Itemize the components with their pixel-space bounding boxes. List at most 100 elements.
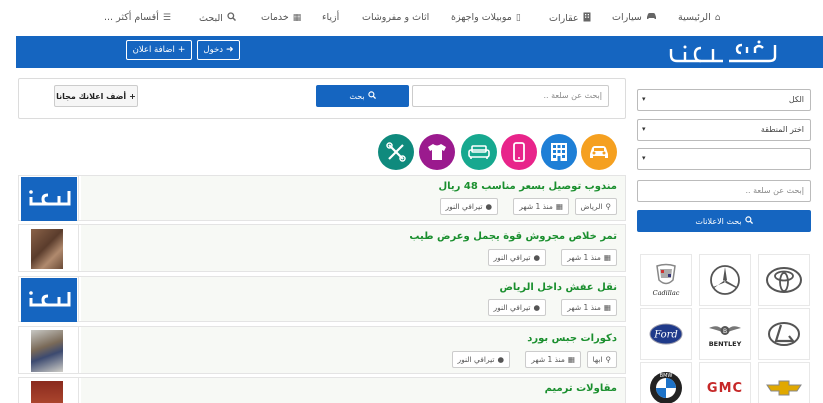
nav-item-search[interactable]: البحث	[199, 12, 236, 24]
listing-time-tag: ▦ منذ 1 شهر	[561, 299, 617, 316]
chevrolet-logo-icon	[766, 380, 802, 396]
brand-bmw[interactable]: BMW	[640, 362, 692, 403]
listing-item[interactable]: مقاولات ترميم	[18, 377, 626, 403]
chevron-down-icon: ▾	[642, 154, 646, 162]
nav-item-realestate[interactable]: عقارات	[549, 12, 591, 25]
listing-city-tag: ⚲ ابها	[586, 351, 617, 368]
brand-bentley[interactable]: B BENTLEY	[699, 308, 751, 360]
category-realestate[interactable]	[541, 134, 577, 170]
list-icon: ☰	[162, 12, 171, 23]
category-select[interactable]: الكل ▾	[637, 89, 811, 111]
search-input[interactable]: إبحث عن سلعة ..	[412, 85, 609, 107]
listing-item[interactable]: مندوب توصيل بسعر مناسب 48 ريال ⚲ الرياض ▦…	[18, 175, 626, 221]
add-ad-label: اضافة اعلان	[132, 45, 175, 55]
nav-item-mobiles[interactable]: ▯ موبيلات واجهزة	[451, 12, 521, 23]
category-furniture[interactable]	[461, 134, 497, 170]
user-icon: ●	[533, 303, 540, 312]
nav-label: موبيلات واجهزة	[451, 12, 512, 23]
nav-item-home[interactable]: ⌂ الرئيسية	[678, 12, 720, 23]
listing-time: منذ 1 شهر	[567, 303, 601, 312]
nav-item-furniture[interactable]: اثاث و مفروشات	[362, 12, 429, 23]
brand-toyota[interactable]	[758, 254, 810, 306]
site-header: ➜ دخول + اضافة اعلان	[16, 36, 823, 68]
search-button[interactable]: بحث	[316, 85, 409, 107]
category-mobiles[interactable]	[501, 134, 537, 170]
calendar-icon: ▦	[555, 202, 563, 211]
category-fashion[interactable]	[419, 134, 455, 170]
add-ad-button[interactable]: + اضافة اعلان	[126, 40, 192, 60]
bentley-logo-icon: B	[709, 326, 741, 335]
chevron-down-icon: ▾	[642, 125, 646, 133]
listing-user-tag[interactable]: ● تيرافي النور	[451, 351, 510, 368]
add-free-ad-button[interactable]: + أضف اعلانك مجانا	[54, 85, 138, 107]
nav-item-more[interactable]: ☰ أقسام أكثر ...	[104, 12, 171, 23]
listing-item[interactable]: نقل عفش داخل الرياض ▦ منذ 1 شهر ● تيرافي ا…	[18, 276, 626, 322]
listing-title[interactable]: دكورات جبس بورد	[527, 333, 617, 344]
grid-icon: ▦	[292, 12, 302, 23]
listing-body: نقل عفش داخل الرياض ▦ منذ 1 شهر ● تيرافي ا…	[81, 277, 625, 321]
listing-city-tag: ⚲ الرياض	[574, 198, 617, 215]
listing-user: تيرافي النور	[493, 253, 531, 262]
brand-ford[interactable]: Ford	[640, 308, 692, 360]
chevron-down-icon: ▾	[642, 95, 646, 103]
sign-in-icon: ➜	[226, 45, 234, 55]
listing-user-tag[interactable]: ● تيرافي النور	[439, 198, 498, 215]
listing-body: مندوب توصيل بسعر مناسب 48 ريال ⚲ الرياض ▦…	[81, 176, 625, 220]
listing-user-tag[interactable]: ● تيرافي النور	[487, 249, 546, 266]
search-button-label: بحث	[349, 91, 365, 101]
listing-city: ابها	[592, 355, 603, 364]
nav-item-services[interactable]: ▦ خدمات	[261, 12, 301, 23]
brand-gmc[interactable]: GMC	[699, 362, 751, 403]
bmw-logo-icon: BMW	[650, 372, 682, 403]
map-marker-icon: ⚲	[605, 202, 612, 211]
category-services[interactable]	[378, 134, 414, 170]
ford-logo-icon: Ford	[649, 323, 683, 345]
listing-thumb[interactable]	[19, 327, 79, 373]
login-button[interactable]: ➜ دخول	[197, 40, 240, 60]
user-icon: ●	[497, 355, 504, 364]
listing-thumb[interactable]	[19, 277, 79, 322]
search-ads-button[interactable]: بحث الاعلانات	[637, 210, 811, 232]
brand-label: BENTLEY	[708, 340, 742, 348]
region-select[interactable]: اختر المنطقة ▾	[637, 119, 811, 141]
listing-thumb[interactable]	[19, 176, 79, 221]
sidebar-search-input[interactable]: إبحث عن سلعة ..	[637, 180, 811, 202]
brand-label: Cadillac	[652, 289, 680, 297]
listing-title[interactable]: مندوب توصيل بسعر مناسب 48 ريال	[438, 181, 617, 192]
tools-icon	[386, 142, 406, 162]
listing-time: منذ 1 شهر	[567, 253, 601, 262]
listing-item[interactable]: دكورات جبس بورد ⚲ ابها ▦ منذ 1 شهر ● تيرافي…	[18, 326, 626, 374]
mobile-icon	[513, 142, 525, 162]
listing-item[interactable]: تمر خلاص مجروش قوة يجمل وعرض طيب ▦ منذ 1 …	[18, 224, 626, 272]
nav-label: سيارات	[612, 12, 642, 23]
listing-thumb[interactable]	[19, 225, 79, 271]
listing-thumb[interactable]	[19, 378, 79, 403]
listing-photo	[31, 330, 63, 372]
login-label: دخول	[203, 45, 224, 55]
category-select-value: الكل	[788, 95, 804, 104]
listing-user: تيرافي النور	[457, 355, 495, 364]
city-select[interactable]: ▾	[637, 148, 811, 170]
haraj-logo[interactable]	[663, 39, 781, 66]
brand-mercedes[interactable]	[699, 254, 751, 306]
nav-item-fashion[interactable]: أزياء	[322, 12, 339, 23]
listing-user: تيرافي النور	[493, 303, 531, 312]
cadillac-logo-icon	[656, 263, 676, 285]
home-icon: ⌂	[714, 12, 721, 23]
listing-user-tag[interactable]: ● تيرافي النور	[487, 299, 546, 316]
listing-title[interactable]: مقاولات ترميم	[545, 383, 617, 394]
brand-label: Ford	[653, 330, 678, 341]
listing-title[interactable]: نقل عفش داخل الرياض	[499, 282, 617, 293]
shirt-icon	[428, 144, 446, 160]
user-icon: ●	[533, 253, 540, 262]
brand-cadillac[interactable]: Cadillac	[640, 254, 692, 306]
listing-time: منذ 1 شهر	[531, 355, 565, 364]
nav-item-cars[interactable]: سيارات	[612, 12, 657, 23]
brand-lexus[interactable]	[758, 308, 810, 360]
category-cars[interactable]	[581, 134, 617, 170]
brand-chevrolet[interactable]	[758, 362, 810, 403]
plus-icon: +	[129, 91, 136, 101]
map-marker-icon: ⚲	[605, 355, 612, 364]
search-icon	[367, 90, 376, 102]
listing-title[interactable]: تمر خلاص مجروش قوة يجمل وعرض طيب	[409, 231, 617, 242]
